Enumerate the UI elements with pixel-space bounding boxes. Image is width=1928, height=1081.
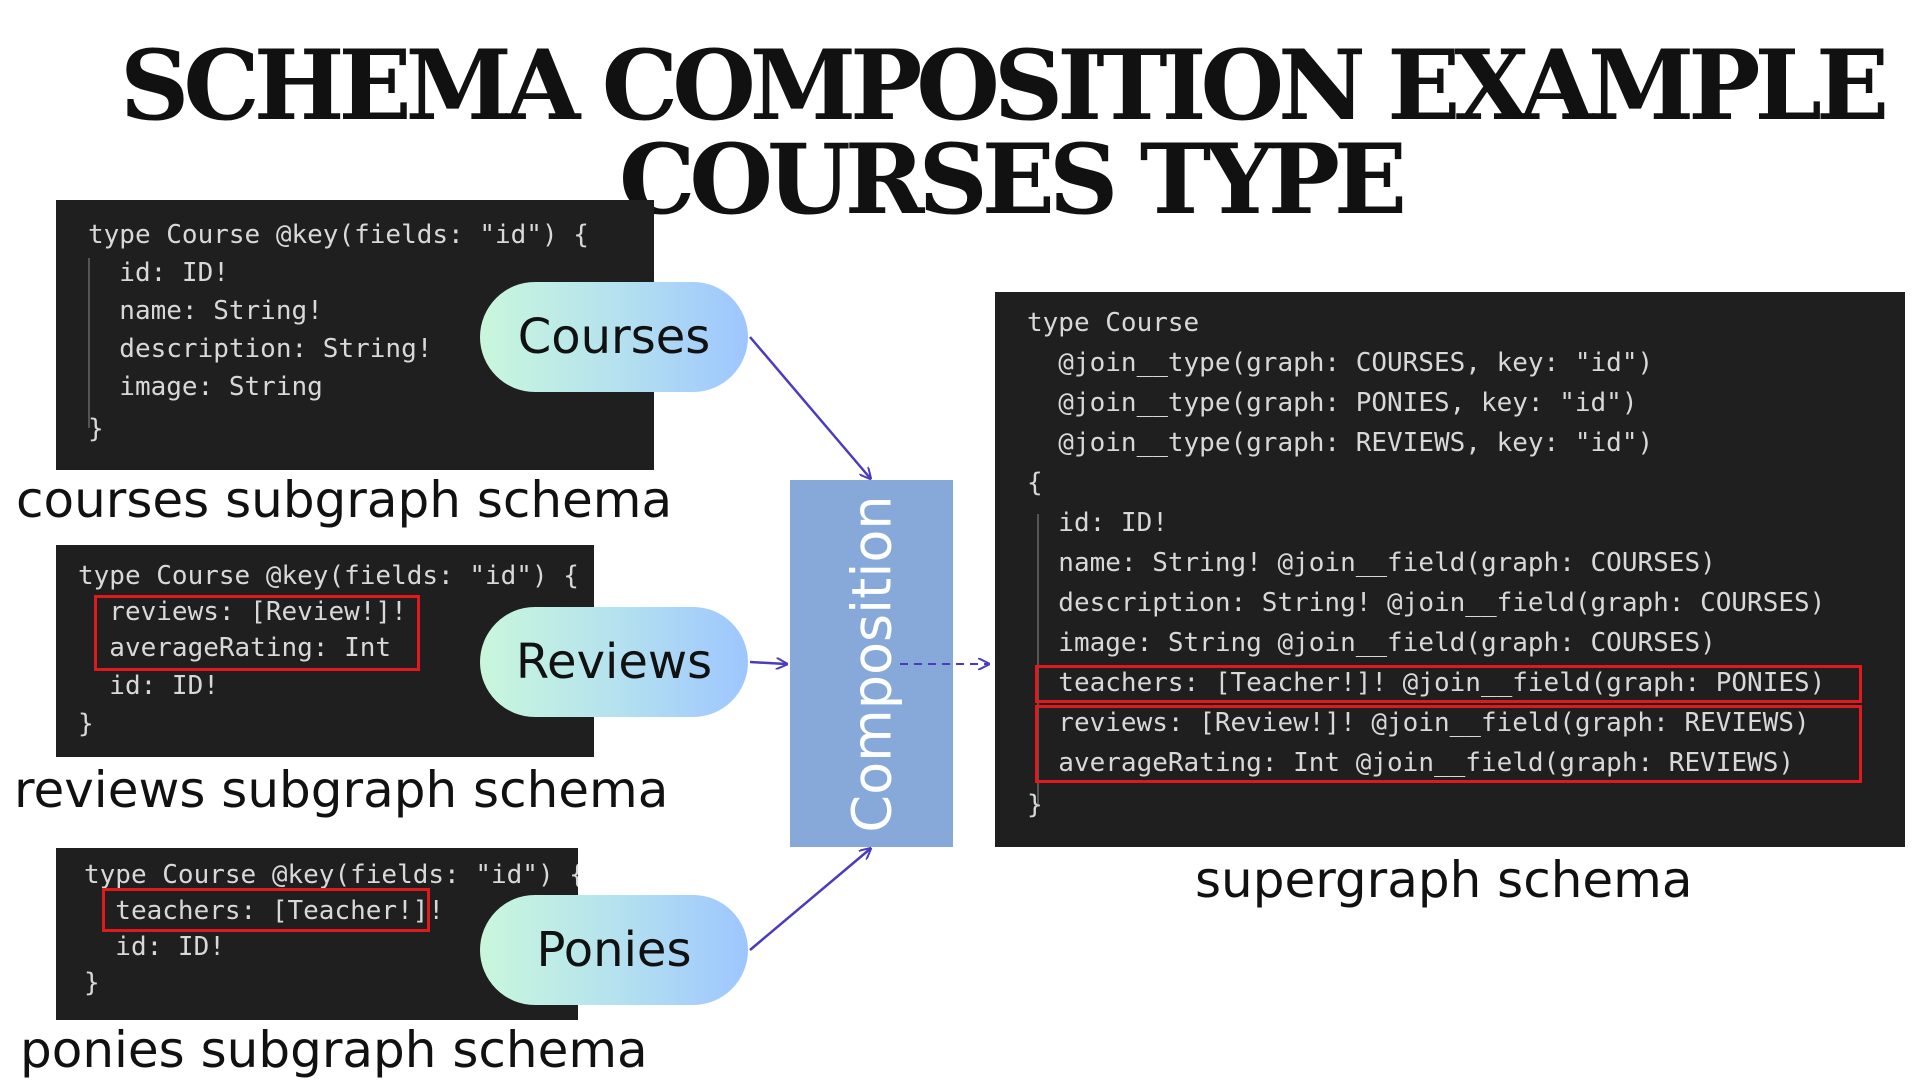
- connector-arrows: [749, 336, 1928, 951]
- reviews-to-composition-arrow: [749, 662, 786, 664]
- courses-to-composition-arrow: [749, 336, 870, 478]
- ponies-to-composition-arrow: [749, 849, 870, 951]
